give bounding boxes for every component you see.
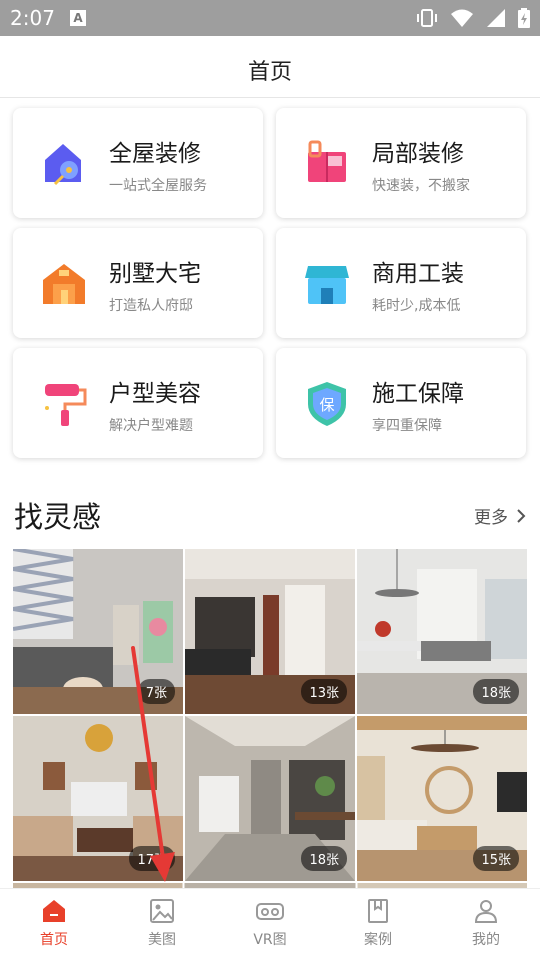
cabinet-icon [308,140,346,182]
book-icon [368,899,388,923]
section-title-inspiration: 找灵感 [14,500,102,534]
photo-count-badge: 18张 [301,846,347,871]
vr-headset-icon [256,903,284,920]
villa-icon [43,264,85,304]
status-bar: 2:07 A [0,0,540,36]
page-title: 首页 [247,60,292,85]
status-time: 2:07 [10,6,55,30]
nav-label: 我的 [472,932,500,948]
nav-label: 美图 [148,932,176,948]
more-label: 更多 [474,508,508,528]
inspiration-photo[interactable]: 15张 [357,716,527,881]
service-title: 别墅大宅 [109,261,201,287]
nav-label: VR图 [253,932,287,948]
svg-text:保: 保 [319,396,334,414]
service-title: 户型美容 [109,381,201,407]
service-card-guarantee[interactable]: 保 施工保障 享四重保障 [276,348,526,458]
service-title: 施工保障 [372,381,464,407]
service-subtitle: 快速装，不搬家 [372,178,470,194]
service-card-commercial[interactable]: 商用工装 耗时少,成本低 [276,228,526,338]
service-title: 局部装修 [372,141,464,167]
service-card-whole-house[interactable]: 全屋装修 一站式全屋服务 [13,108,263,218]
service-title: 商用工装 [372,261,464,287]
house-key-icon [45,144,81,186]
service-subtitle: 一站式全屋服务 [109,178,207,194]
photo-count-badge: 13张 [301,679,347,704]
wifi-icon [451,9,473,27]
inspiration-photo[interactable]: 17张 [13,716,183,881]
photo-count-badge: 17张 [129,846,175,871]
shop-icon [305,266,349,304]
service-subtitle: 解决户型难题 [109,418,193,434]
nav-label: 案例 [364,932,392,948]
bottom-navigation: 首页 美图 VR图 案例 我的 [0,888,540,960]
inspiration-photo[interactable]: 7张 [13,549,183,714]
service-title: 全屋装修 [109,141,201,167]
service-card-villa[interactable]: 别墅大宅 打造私人府邸 [13,228,263,338]
service-subtitle: 耗时少,成本低 [372,298,461,314]
top-app-bar: 首页 [0,36,540,98]
photo-count-badge: 7张 [137,679,175,704]
more-link[interactable]: 更多 [474,503,526,528]
inspiration-photo[interactable]: 18张 [357,549,527,714]
nav-item-vr[interactable]: VR图 [216,889,324,960]
nav-label: 首页 [40,932,68,948]
inspiration-photo[interactable]: 18张 [185,716,355,881]
photo-count-badge: 18张 [473,679,519,704]
photo-count-badge: 15张 [473,846,519,871]
user-icon [474,900,498,923]
image-icon [150,899,174,923]
nav-item-profile[interactable]: 我的 [432,889,540,960]
status-icons [416,8,530,28]
battery-icon [518,8,530,28]
shield-icon: 保 [308,382,346,426]
inspiration-photo[interactable]: 13张 [185,549,355,714]
home-icon [43,900,65,922]
nav-item-home[interactable]: 首页 [0,889,108,960]
service-card-layout[interactable]: 户型美容 解决户型难题 [13,348,263,458]
paint-roller-icon [45,384,87,426]
service-subtitle: 享四重保障 [372,418,442,434]
nav-item-gallery[interactable]: 美图 [108,889,216,960]
signal-icon [487,9,505,27]
service-card-partial[interactable]: 局部装修 快速装，不搬家 [276,108,526,218]
nav-item-cases[interactable]: 案例 [324,889,432,960]
vibrate-icon [417,9,437,27]
chevron-right-icon [517,508,526,523]
service-subtitle: 打造私人府邸 [109,298,193,314]
status-notification-badge: A [70,10,86,26]
